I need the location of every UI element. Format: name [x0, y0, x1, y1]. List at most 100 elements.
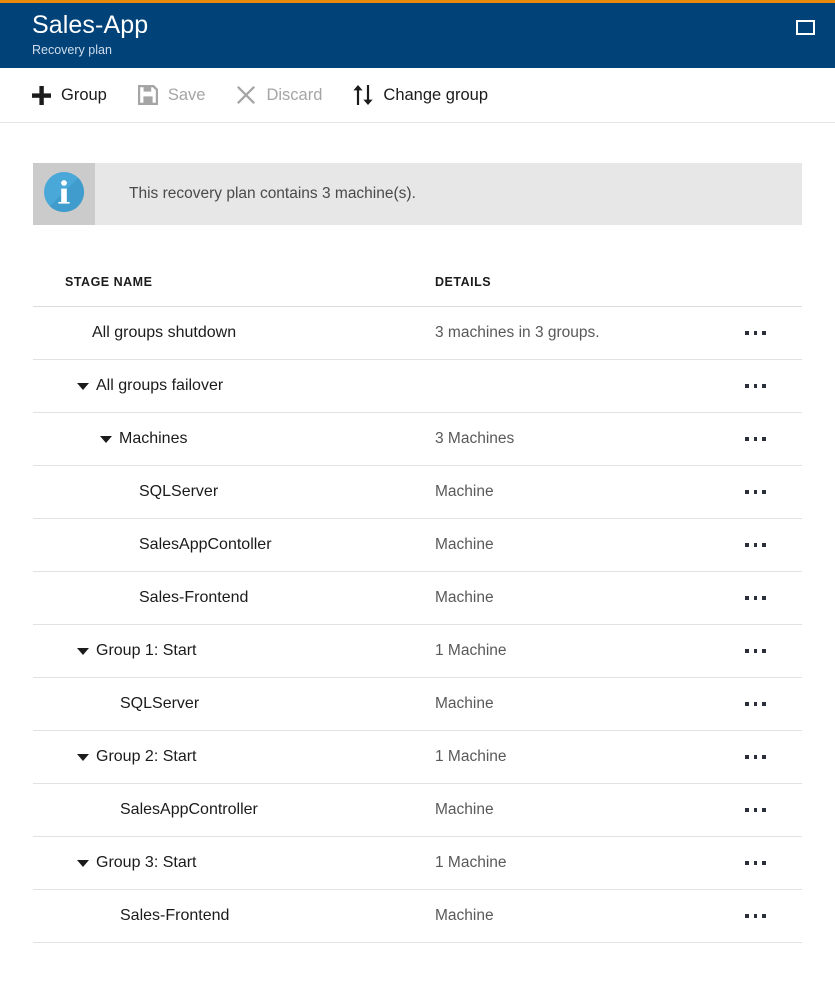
menu-dot: [753, 543, 757, 547]
details-label: 3 machines in 3 groups.: [435, 324, 600, 341]
menu-dot: [753, 861, 757, 865]
table-body: All groups shutdown 3 machines in 3 group…: [33, 306, 802, 943]
ellipsis-menu-icon[interactable]: [733, 429, 802, 449]
caret-down-icon[interactable]: [77, 753, 89, 761]
sort-arrows-icon: [352, 84, 374, 106]
table-row[interactable]: All groups failover: [33, 359, 802, 413]
menu-dot: [745, 331, 749, 335]
stage-name-cell: Machines: [33, 412, 433, 466]
ellipsis-menu-icon[interactable]: [733, 906, 802, 926]
stage-name-cell: Sales-Frontend: [33, 889, 433, 943]
details-cell: 1 Machine: [433, 836, 733, 890]
details-label: Machine: [435, 907, 494, 924]
stages-table-wrapper: STAGE NAME DETAILS All groups shutdown 3 …: [0, 225, 835, 943]
table-row[interactable]: Group 2: Start 1 Machine: [33, 730, 802, 784]
menu-dot: [745, 596, 749, 600]
table-row[interactable]: SQLServer Machine: [33, 465, 802, 519]
menu-dot: [753, 808, 757, 812]
details-cell: 3 machines in 3 groups.: [433, 306, 733, 360]
menu-dot: [762, 914, 766, 918]
row-actions-cell: [733, 783, 802, 837]
details-cell: Machine: [433, 465, 733, 519]
stage-name-cell: All groups shutdown: [33, 306, 433, 360]
info-banner-message: This recovery plan contains 3 machine(s)…: [129, 185, 416, 202]
stage-name-label: SalesAppController: [120, 801, 258, 818]
details-label: Machine: [435, 695, 494, 712]
ellipsis-menu-icon[interactable]: [733, 694, 802, 714]
menu-dot: [745, 702, 749, 706]
toolbar-command-label: Group: [61, 85, 107, 104]
details-label: Machine: [435, 589, 494, 606]
menu-dot: [745, 543, 749, 547]
ellipsis-menu-icon[interactable]: [733, 747, 802, 767]
toolbar-command-label: Discard: [266, 85, 323, 104]
table-row[interactable]: SalesAppController Machine: [33, 783, 802, 837]
stage-name-label: SQLServer: [139, 483, 219, 500]
ellipsis-menu-icon[interactable]: [733, 588, 802, 608]
menu-dot: [745, 490, 749, 494]
info-banner: This recovery plan contains 3 machine(s)…: [33, 163, 802, 225]
toolbar-change-group-button[interactable]: Change group: [352, 78, 488, 112]
table-row[interactable]: SalesAppContoller Machine: [33, 518, 802, 572]
menu-dot: [762, 861, 766, 865]
row-actions-cell: [733, 889, 802, 943]
table-row[interactable]: SQLServer Machine: [33, 677, 802, 731]
ellipsis-menu-icon[interactable]: [733, 323, 802, 343]
details-cell: Machine: [433, 889, 733, 943]
menu-dot: [762, 649, 766, 653]
stage-name-label: Group 3: Start: [96, 854, 197, 871]
row-actions-cell: [733, 306, 802, 360]
stage-name-cell: SQLServer: [33, 465, 433, 519]
ellipsis-menu-icon[interactable]: [733, 535, 802, 555]
menu-dot: [745, 914, 749, 918]
stage-name-label: All groups failover: [96, 377, 224, 394]
stage-name-label: Sales-Frontend: [120, 907, 230, 924]
plus-icon: [30, 84, 52, 106]
maximize-restore-button[interactable]: [793, 15, 817, 39]
table-row[interactable]: All groups shutdown 3 machines in 3 group…: [33, 306, 802, 360]
stage-name-label: All groups shutdown: [92, 324, 237, 341]
row-actions-cell: [733, 412, 802, 466]
stage-name-label: Group 2: Start: [96, 748, 197, 765]
menu-dot: [753, 490, 757, 494]
details-cell: Machine: [433, 571, 733, 625]
stage-name-cell: Group 2: Start: [33, 730, 433, 784]
ellipsis-menu-icon[interactable]: [733, 376, 802, 396]
caret-down-icon[interactable]: [77, 647, 89, 655]
stage-name-cell: Group 3: Start: [33, 836, 433, 890]
caret-down-icon[interactable]: [77, 382, 89, 390]
column-header-details: DETAILS: [433, 275, 733, 307]
table-row[interactable]: Sales-Frontend Machine: [33, 571, 802, 625]
row-actions-cell: [733, 465, 802, 519]
ellipsis-menu-icon[interactable]: [733, 641, 802, 661]
stage-name-cell: SQLServer: [33, 677, 433, 731]
table-row[interactable]: Sales-Frontend Machine: [33, 889, 802, 943]
menu-dot: [745, 755, 749, 759]
column-header-stage-name: STAGE NAME: [33, 275, 433, 307]
table-header: STAGE NAME DETAILS: [33, 275, 802, 307]
menu-dot: [753, 914, 757, 918]
save-floppy-icon: [137, 84, 159, 106]
menu-dot: [753, 331, 757, 335]
page-subtitle: Recovery plan: [32, 43, 112, 57]
menu-dot: [753, 702, 757, 706]
table-row[interactable]: Group 3: Start 1 Machine: [33, 836, 802, 890]
ellipsis-menu-icon[interactable]: [733, 800, 802, 820]
details-cell: 1 Machine: [433, 624, 733, 678]
details-cell: Machine: [433, 677, 733, 731]
caret-down-icon[interactable]: [77, 859, 89, 867]
menu-dot: [762, 596, 766, 600]
details-cell: Machine: [433, 783, 733, 837]
ellipsis-menu-icon[interactable]: [733, 853, 802, 873]
info-banner-wrapper: This recovery plan contains 3 machine(s)…: [0, 123, 835, 225]
stage-name-label: Group 1: Start: [96, 642, 197, 659]
toolbar-group-button[interactable]: Group: [30, 78, 107, 112]
table-row[interactable]: Machines 3 Machines: [33, 412, 802, 466]
menu-dot: [753, 384, 757, 388]
caret-down-icon[interactable]: [100, 435, 112, 443]
column-header-actions: [733, 275, 802, 307]
ellipsis-menu-icon[interactable]: [733, 482, 802, 502]
table-row[interactable]: Group 1: Start 1 Machine: [33, 624, 802, 678]
details-label: 1 Machine: [435, 642, 507, 659]
menu-dot: [753, 755, 757, 759]
